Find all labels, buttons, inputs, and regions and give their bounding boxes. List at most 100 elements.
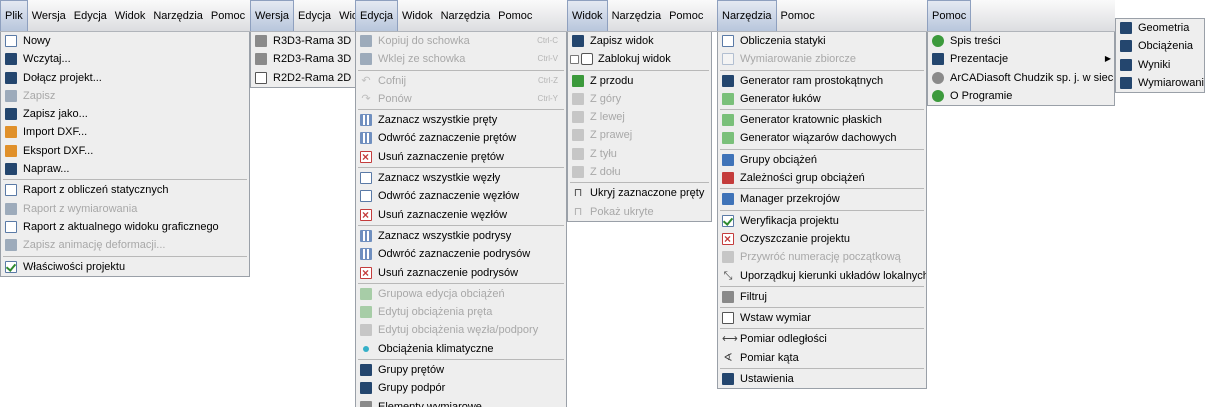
menu-separator — [720, 209, 924, 211]
node-load-edit-icon — [360, 324, 372, 337]
menu-item[interactable]: Zapisz widok — [568, 32, 711, 50]
menu-item[interactable]: Obliczenia statyki — [718, 32, 926, 50]
menu-item[interactable]: R2D2-Rama 2D — [251, 69, 359, 87]
menu-bar-item[interactable]: Edycja — [355, 0, 399, 31]
menu-separator — [358, 109, 564, 111]
menu-item[interactable]: ⟷ Pomiar odległości — [718, 330, 926, 348]
menu-item[interactable]: Obciążenia klimatyczne — [356, 340, 566, 358]
menu-item[interactable]: Napraw... — [1, 160, 249, 178]
menu-item-label: Prezentacje — [950, 53, 1009, 66]
menu-bar-item[interactable]: Pomoc — [494, 0, 536, 31]
menu-item[interactable]: Geometria — [1116, 19, 1204, 37]
menu-bar-item[interactable]: Pomoc — [207, 0, 249, 31]
menu-item[interactable]: Właściwości projektu — [1, 258, 249, 276]
menu-item[interactable]: Filtruj — [718, 288, 926, 306]
menu-bar-item[interactable]: Narzędzia — [437, 0, 495, 31]
invert-sublayers-icon — [360, 248, 372, 261]
menu-item[interactable]: Spis treści — [928, 32, 1114, 50]
menu-item[interactable]: ⤡ Uporządkuj kierunki układów lokalnych — [718, 267, 926, 285]
invert-bars-icon — [360, 132, 372, 145]
menu-bar-item[interactable]: Plik — [0, 0, 28, 31]
menu-item[interactable]: ∢ Pomiar kąta — [718, 349, 926, 367]
menu-item[interactable]: Generator łuków — [718, 90, 926, 108]
dropdown-menu-edycja: Kopiuj do schowka Ctrl-C Wklej ze schowka C… — [355, 32, 567, 407]
menu-item[interactable]: Grupy prętów — [356, 361, 566, 379]
menu-item[interactable]: Generator wiązarów dachowych — [718, 129, 926, 147]
menu-item[interactable]: ArCADiasoft Chudzik sp. j. w sieci — [928, 69, 1114, 87]
menu-item[interactable]: Odwróć zaznaczenie podrysów — [356, 245, 566, 263]
menu-item[interactable]: Weryfikacja projektu — [718, 212, 926, 230]
menu-item-label: Ustawienia — [740, 373, 794, 386]
copy-icon — [360, 35, 372, 47]
view-front-icon — [572, 74, 584, 87]
menu-item[interactable]: Import DXF... — [1, 123, 249, 141]
menu-item[interactable]: Usuń zaznaczenie prętów — [356, 148, 566, 166]
menu-bar-item[interactable]: Edycja — [70, 0, 111, 31]
menu-item[interactable]: Obciążenia — [1116, 37, 1204, 55]
menu-item: Zapisz animację deformacji... — [1, 236, 249, 254]
menu-item[interactable]: Dołącz projekt... — [1, 69, 249, 87]
filter-icon — [722, 290, 734, 303]
menu-item[interactable]: Wczytaj... — [1, 50, 249, 68]
menu-item[interactable]: Nowy — [1, 32, 249, 50]
menu-item[interactable]: Wstaw wymiar — [718, 309, 926, 327]
menu-bar-item[interactable]: Edycja — [294, 0, 335, 31]
menu-bar-item[interactable]: Pomoc — [927, 0, 972, 31]
menu-item[interactable]: Wymiarowanie — [1116, 74, 1204, 92]
menu-bar-item[interactable]: Narzędzia — [608, 0, 666, 31]
repair-icon — [5, 163, 17, 176]
menu-bar-item[interactable]: Wersja — [28, 0, 70, 31]
menu-item[interactable]: Odwróć zaznaczenie prętów — [356, 129, 566, 147]
checkbox-icon[interactable] — [570, 55, 579, 65]
menu-item[interactable]: Generator kratownic płaskich — [718, 111, 926, 129]
menu-bar-item[interactable]: Widok — [111, 0, 150, 31]
menu-item[interactable]: Ustawienia — [718, 370, 926, 388]
menu-item[interactable]: Zaznacz wszystkie podrysy — [356, 227, 566, 245]
menu-item[interactable]: Usuń zaznaczenie podrysów — [356, 264, 566, 282]
menu-item[interactable]: R3D3-Rama 3D — [251, 32, 359, 50]
local-axes-icon: ⤡ — [723, 269, 733, 282]
deselect-nodes-icon — [360, 206, 372, 224]
menu-item[interactable]: Grupy obciążeń — [718, 151, 926, 169]
menu-item[interactable]: Odwróć zaznaczenie węzłów — [356, 187, 566, 205]
menu-bar-item[interactable]: Wersja — [250, 0, 295, 31]
menu-item-label: Wklej ze schowka — [378, 53, 466, 66]
menu-item[interactable]: Manager przekrojów — [718, 190, 926, 208]
menu-item-label: Usuń zaznaczenie podrysów — [378, 266, 519, 279]
menu-item-label: Obciążenia — [1138, 40, 1194, 53]
menu-item[interactable]: Prezentacje ▶ — [928, 50, 1114, 68]
menu-item[interactable]: ⊓ Ukryj zaznaczone pręty — [568, 184, 711, 202]
menu-item[interactable]: Usuń zaznaczenie węzłów — [356, 206, 566, 224]
menu-item-label: Z prawej — [590, 129, 633, 142]
menu-item[interactable]: Elementy wymiarowe — [356, 398, 566, 407]
menu-bar-item[interactable]: Narzędzia — [717, 0, 777, 31]
menu-item[interactable]: R2D3-Rama 3D — [251, 50, 359, 68]
menu-item[interactable]: Generator ram prostokątnych — [718, 72, 926, 90]
menu-item[interactable]: Zależności grup obciążeń — [718, 169, 926, 187]
menu-item-label: Z dołu — [590, 166, 621, 179]
menu-item[interactable]: Zapisz jako... — [1, 105, 249, 123]
menu-bar-item[interactable]: Pomoc — [665, 0, 707, 31]
menu-bar-item[interactable]: Widok — [567, 0, 608, 31]
menu-item[interactable]: Raport z aktualnego widoku graficznego — [1, 218, 249, 236]
menu-item-label: Wymiarowanie — [1138, 76, 1204, 89]
bulk-dimensioning-icon — [722, 53, 734, 66]
menu-item[interactable]: Zaznacz wszystkie węzły — [356, 169, 566, 187]
menu-bar-item[interactable]: Pomoc — [777, 0, 819, 31]
menu-item[interactable]: O Programie — [928, 87, 1114, 105]
menu-item[interactable]: Wyniki — [1116, 56, 1204, 74]
menu-item[interactable]: Oczyszczanie projektu — [718, 230, 926, 248]
shortcut-label: Ctrl-Y — [537, 93, 558, 103]
menu-item[interactable]: Zablokuj widok — [568, 50, 711, 68]
menu-item[interactable]: Grupy podpór — [356, 379, 566, 397]
menu-item-label: Uporządkuj kierunki układów lokalnych — [740, 269, 926, 282]
menu-item[interactable]: Raport z obliczeń statycznych — [1, 181, 249, 199]
menu-item[interactable]: Zaznacz wszystkie pręty — [356, 111, 566, 129]
menu-item-label: Zaznacz wszystkie pręty — [378, 114, 498, 127]
menu-bar-item[interactable]: Widok — [398, 0, 437, 31]
menu-item[interactable]: Z przodu — [568, 72, 711, 90]
menu-item[interactable]: Eksport DXF... — [1, 142, 249, 160]
rect-frame-generator-icon — [722, 74, 734, 87]
menu-bar-item[interactable]: Narzędzia — [149, 0, 207, 31]
dropdown-menu-narzedzia: Obliczenia statyki Wymiarowanie zbiorcze G… — [717, 32, 927, 390]
